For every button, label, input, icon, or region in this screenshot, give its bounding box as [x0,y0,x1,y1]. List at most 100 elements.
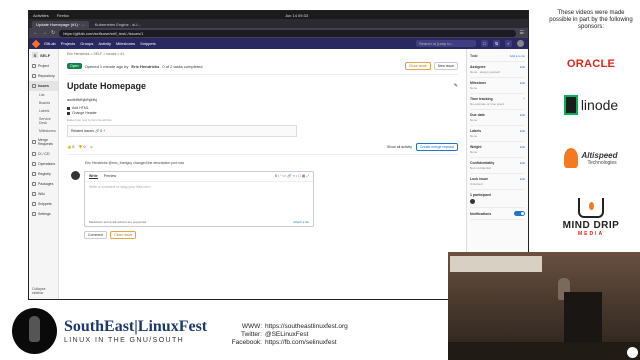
field-label: Milestone [470,81,487,85]
comment-textarea[interactable]: Write a comment or drag your files here… [85,182,313,192]
format-toolbar-icon[interactable]: B I “ <> 🔗 ≡ • ☐ ▦ ⤢ [275,174,309,179]
user-avatar[interactable] [517,40,524,47]
sidebar-item-merge-requests[interactable]: Merge Requests [29,135,58,149]
comment-actions: Comment Close issue [84,231,458,239]
sidebar-item-operations[interactable]: Operations [29,159,58,169]
sidebar-item-cicd[interactable]: CI / CD [29,149,58,159]
todos-icon[interactable]: ✓ [505,40,512,47]
tab-preview[interactable]: Preview [104,174,116,179]
show-all-activity-dropdown[interactable]: Show all activity [387,145,412,149]
browser-tab-kubernetes[interactable]: Kubernetes Engine - sl-i... [91,21,145,28]
contact-info: WWW: https://southeastlinuxfest.org Twitt… [226,323,348,347]
search-input[interactable]: Search or jump to... [416,40,476,47]
edit-weight-button[interactable]: Edit [520,145,525,149]
sidebar-sub-labels[interactable]: Labels [29,107,58,115]
task-item[interactable]: Change Header [67,111,458,115]
field-value: None [470,86,478,90]
forward-arrow-icon[interactable]: → [42,30,47,36]
markdown-note[interactable]: Markdown and quick actions are supported [89,220,146,224]
menu-activity[interactable]: Activity [98,41,111,46]
contact-value: https://southeastlinuxfest.org [265,323,348,330]
sidebar-field-weight: Weight Edit None [470,142,525,158]
menu-milestones[interactable]: Milestones [116,41,135,46]
issues-count-icon[interactable]: □ [481,40,488,47]
linode-wordmark: linode [580,97,619,113]
camera-watermark-icon [627,347,638,358]
menu-projects[interactable]: Projects [61,41,75,46]
gitlab-logo-icon[interactable] [31,39,41,48]
notifications-toggle[interactable] [514,211,525,216]
merge-icon [32,140,36,144]
sidebar-item-label: Repository [38,74,55,78]
edit-assignee-button[interactable]: Edit [520,65,525,69]
sidebar-sub-boards[interactable]: Boards [29,99,58,107]
edit-confidentiality-button[interactable]: Edit [520,161,525,165]
sidebar-item-packages[interactable]: Packages [29,179,58,189]
sidebar-item-project[interactable]: Project [29,61,58,71]
browser-app-label: Firefox [56,12,70,18]
merge-requests-icon[interactable]: ⇅ [493,40,500,47]
comment-editor[interactable]: Write Preview B I “ <> 🔗 ≡ • ☐ ▦ ⤢ Write… [84,171,314,227]
sidebar-item-label: CI / CD [38,152,50,156]
menu-snippets[interactable]: Snippets [140,41,156,46]
tab-write[interactable]: Write [89,174,98,179]
close-issue-button[interactable]: Close issue [404,62,431,70]
avatar[interactable] [470,199,475,204]
sidebar-item-settings[interactable]: Settings [29,209,58,219]
project-header[interactable]: S SELF [29,49,58,61]
activities-button[interactable]: Activities [33,13,49,18]
edit-labels-button[interactable]: Edit [520,129,525,133]
checkbox[interactable] [67,106,70,110]
address-bar[interactable]: https://gitlab.com/selfsuse/self_test/-/… [59,29,516,37]
sidebar-item-wiki[interactable]: Wiki [29,189,58,199]
edit-milestone-button[interactable]: Edit [520,81,525,85]
clock[interactable]: Jun 14 09:33 [285,13,308,18]
sidebar-sub-milestones[interactable]: Milestones [29,127,58,135]
browser-tab-gitlab[interactable]: Update Homepage (#1) · ... [32,21,89,28]
add-todo-button[interactable]: Add a to do [510,54,525,58]
edit-lock-button[interactable]: Edit [520,177,525,181]
sidebar-sub-list[interactable]: List [29,91,58,99]
back-arrow-icon[interactable]: ← [33,30,38,36]
attach-file-link[interactable]: Attach a file [293,220,309,224]
field-label: Due date [470,113,485,117]
breadcrumb[interactable]: Eric Hendricks > SELF > Issues > #1 [67,52,458,56]
sidebar-item-snippets[interactable]: Snippets [29,199,58,209]
thumbs-down-button[interactable]: 👎 0 [78,145,85,149]
link-icon: 🔗 [94,129,100,133]
emoji-icon[interactable]: ☺ [90,145,94,149]
task-item[interactable]: Add HTML [67,106,458,110]
collapse-sidebar-button[interactable]: Collapse sidebar [32,287,58,295]
field-value: Not confidential [470,166,491,170]
create-merge-request-button[interactable]: Create merge request [415,143,458,151]
edit-due-date-button[interactable]: Edit [520,113,525,117]
cloud-icon [32,162,36,166]
checkbox[interactable] [67,111,70,115]
sidebar-field-time-tracking: Time tracking? No estimate or time spent [470,94,525,110]
browser-tab-strip: Update Homepage (#1) · ... Kubernetes En… [29,19,528,28]
edit-pencil-icon[interactable]: ✎ [454,83,458,89]
help-icon[interactable]: ? [523,97,525,101]
sidebar-sub-service-desk[interactable]: Service Desk [29,115,58,127]
author-link[interactable]: Eric Hendricks [131,64,159,69]
contact-value: https://fb.com/selinuxfest [265,339,337,346]
snippet-icon [32,202,36,206]
sidebar-item-issues[interactable]: Issues [29,81,58,91]
add-related-button[interactable]: + [103,129,105,133]
doc-icon [32,74,36,78]
reload-icon[interactable]: ↻ [51,30,55,36]
gitlab-brand[interactable]: GitLab [44,41,56,46]
thumbs-up-button[interactable]: 👍 0 [67,145,74,149]
comment-button[interactable]: Comment [84,231,108,239]
menu-icon[interactable]: ☰ [520,30,524,36]
contact-row: WWW: https://southeastlinuxfest.org [226,323,348,331]
sidebar-item-repository[interactable]: Repository [29,71,58,81]
editor-footer: Markdown and quick actions are supported… [89,220,309,224]
sidebar-item-label: Issues [38,84,49,88]
contact-key: WWW: [241,323,262,330]
close-issue-bottom-button[interactable]: Close issue [110,231,137,239]
menu-groups[interactable]: Groups [80,41,93,46]
field-value[interactable]: None - assign yourself [470,70,525,74]
sidebar-item-registry[interactable]: Registry [29,169,58,179]
new-issue-button[interactable]: New issue [433,62,458,70]
